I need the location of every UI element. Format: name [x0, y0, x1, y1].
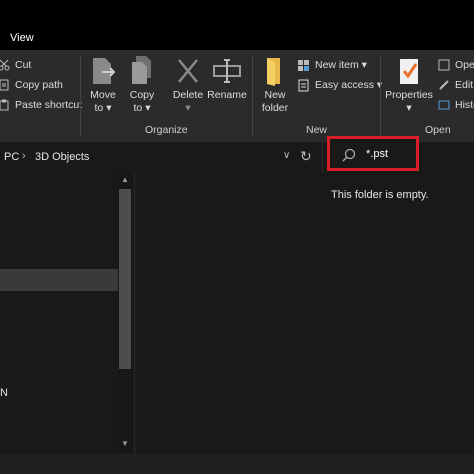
open-group-label: Open	[425, 124, 451, 136]
move-to-icon	[93, 58, 116, 84]
delete-x-icon	[178, 59, 198, 83]
copy-to-icon	[132, 56, 151, 84]
open-icon	[438, 59, 450, 71]
search-input[interactable]: *.pst	[366, 148, 388, 160]
copy-to-label-1: Copy	[129, 89, 155, 101]
cut-label: Cut	[15, 59, 32, 71]
new-group-label: New	[306, 124, 328, 136]
nav-scrollbar[interactable]: ▲ ▼	[118, 173, 132, 454]
ribbon: Cut Copy path Paste shortcut Move to ▾ C…	[0, 50, 474, 141]
easy-access-label: Easy access ▾	[315, 79, 383, 91]
scroll-thumb[interactable]	[119, 189, 131, 369]
history-icon	[438, 100, 450, 110]
copy-path-label: Copy path	[15, 79, 63, 91]
rename-icon	[213, 59, 241, 83]
new-item-label: New item ▾	[315, 59, 367, 71]
search-box-highlight[interactable]: *.pst	[327, 136, 419, 171]
edit-icon	[439, 80, 449, 90]
properties-check-icon	[400, 59, 418, 84]
move-to-button[interactable]: Move to ▾	[88, 56, 118, 115]
easy-access-icon	[298, 79, 309, 91]
history-label: History	[455, 99, 474, 111]
title-bar	[0, 0, 474, 28]
rename-button[interactable]: Rename	[207, 56, 247, 102]
move-to-label-1: Move	[90, 89, 116, 101]
tab-view[interactable]: View	[10, 32, 34, 44]
edit-label: Edit	[455, 79, 474, 91]
group-divider	[380, 56, 381, 136]
properties-arrow: ▾	[406, 102, 412, 114]
refresh-icon[interactable]: ↻	[300, 148, 312, 165]
status-bar	[0, 454, 474, 474]
copy-path-icon	[0, 79, 9, 91]
new-item-icon	[298, 59, 309, 71]
navigation-pane[interactable]: N ▲ ▼	[0, 173, 134, 454]
paste-shortcut-button[interactable]: Paste shortcut	[0, 96, 82, 114]
breadcrumb-pc[interactable]: PC	[4, 151, 19, 163]
empty-folder-message: This folder is empty.	[331, 189, 429, 201]
organize-group-label: Organize	[145, 124, 188, 136]
copy-path-button[interactable]: Copy path	[0, 76, 63, 94]
new-item-button[interactable]: New item ▾	[297, 56, 367, 74]
new-folder-icon	[267, 58, 280, 86]
paste-shortcut-icon	[0, 99, 9, 111]
group-divider	[252, 56, 253, 136]
delete-arrow: ▾	[185, 102, 191, 114]
history-button[interactable]: History	[438, 96, 474, 114]
breadcrumb-separator[interactable]: ›	[22, 150, 26, 162]
scroll-down-icon[interactable]: ▼	[121, 439, 129, 448]
scissors-icon	[0, 59, 10, 71]
properties-label: Properties	[385, 89, 433, 101]
new-folder-label-1: New	[264, 89, 286, 101]
ribbon-tab-bar: View	[0, 28, 474, 50]
search-icon	[342, 148, 356, 162]
address-divider	[322, 142, 323, 174]
delete-label: Delete	[172, 89, 204, 101]
properties-button[interactable]: Properties ▾	[385, 56, 433, 115]
rename-label: Rename	[207, 89, 247, 101]
new-folder-label-2: folder	[261, 102, 289, 114]
breadcrumb-3d-objects[interactable]: 3D Objects	[35, 151, 89, 163]
paste-shortcut-label: Paste shortcut	[15, 99, 83, 111]
group-divider	[80, 56, 81, 136]
open-button[interactable]: Open	[438, 56, 474, 74]
move-to-label-2: to ▾	[94, 102, 112, 114]
nav-selected-item[interactable]	[0, 269, 118, 291]
open-label: Open	[455, 59, 474, 71]
scroll-up-icon[interactable]: ▲	[121, 175, 129, 184]
copy-to-label-2: to ▾	[133, 102, 151, 114]
edit-button[interactable]: Edit	[438, 76, 473, 94]
easy-access-button[interactable]: Easy access ▾	[297, 76, 382, 94]
copy-to-button[interactable]: Copy to ▾	[127, 56, 157, 115]
nav-item-partial[interactable]: N	[0, 387, 8, 399]
cut-button[interactable]: Cut	[0, 56, 31, 74]
delete-button[interactable]: Delete ▾	[171, 56, 205, 115]
address-history-chevron-icon[interactable]: ∨	[283, 150, 290, 161]
file-list-area[interactable]: This folder is empty.	[135, 173, 474, 454]
new-folder-button[interactable]: New folder	[259, 56, 291, 115]
